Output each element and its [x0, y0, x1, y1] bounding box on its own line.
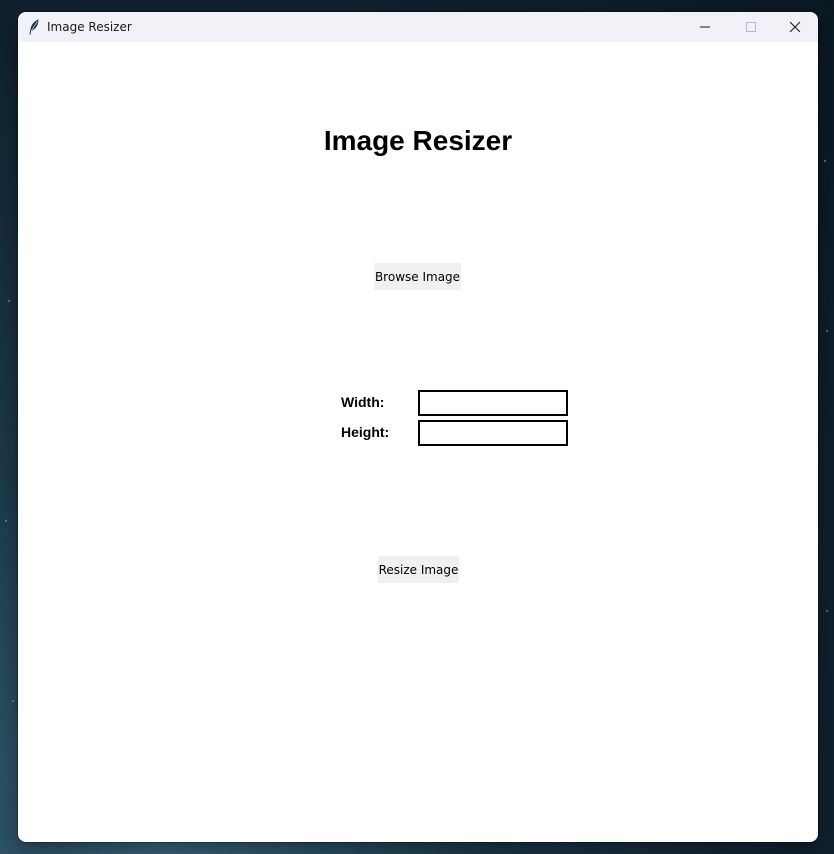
- maximize-icon: [746, 22, 756, 32]
- close-icon: [789, 21, 801, 33]
- height-input[interactable]: [418, 420, 568, 446]
- window-title: Image Resizer: [47, 20, 132, 34]
- height-label: Height:: [341, 424, 390, 440]
- feather-icon: [28, 19, 40, 35]
- app-window: Image Resizer Image Resizer Browse Image…: [18, 12, 818, 842]
- title-bar[interactable]: Image Resizer: [18, 12, 818, 42]
- close-button[interactable]: [772, 12, 818, 42]
- width-input[interactable]: [418, 390, 568, 416]
- resize-image-button[interactable]: Resize Image: [378, 556, 459, 583]
- minimize-button[interactable]: [682, 12, 728, 42]
- width-label: Width:: [341, 394, 385, 410]
- maximize-button[interactable]: [728, 12, 774, 42]
- page-title: Image Resizer: [323, 125, 513, 156]
- browse-image-button[interactable]: Browse Image: [374, 263, 461, 290]
- minimize-icon: [700, 26, 710, 28]
